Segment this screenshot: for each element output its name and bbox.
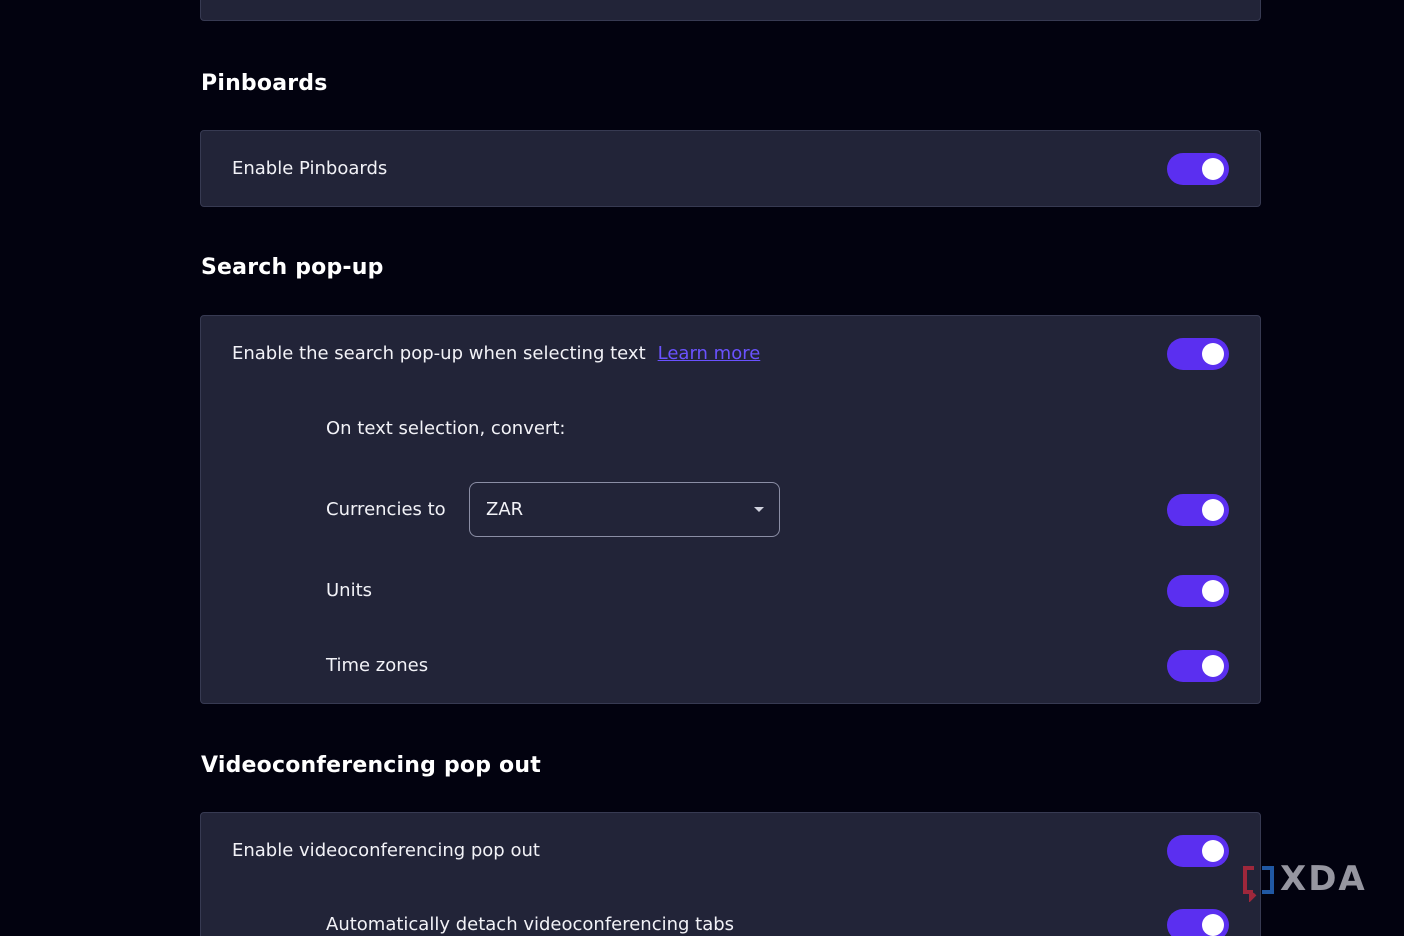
toggle-knob bbox=[1202, 499, 1224, 521]
enable-videoconferencing-toggle[interactable] bbox=[1167, 835, 1229, 867]
enable-search-popup-label: Enable the search pop-up when selecting … bbox=[232, 343, 646, 364]
auto-detach-toggle[interactable] bbox=[1167, 909, 1229, 936]
time-zones-toggle[interactable] bbox=[1167, 650, 1229, 682]
units-label: Units bbox=[326, 580, 373, 601]
toggle-knob bbox=[1202, 914, 1224, 936]
auto-detach-label: Automatically detach videoconferencing t… bbox=[326, 914, 735, 935]
pinboards-section-title: Pinboards bbox=[201, 71, 328, 96]
enable-pinboards-toggle[interactable] bbox=[1167, 153, 1229, 185]
toggle-knob bbox=[1202, 840, 1224, 862]
currencies-toggle[interactable] bbox=[1167, 494, 1229, 526]
convert-heading: On text selection, convert: bbox=[326, 418, 566, 439]
xda-watermark: XDA bbox=[1242, 858, 1367, 903]
xda-logo-icon bbox=[1242, 862, 1276, 903]
xda-watermark-text: XDA bbox=[1280, 859, 1367, 899]
enable-search-popup-row: Enable the search pop-up when selecting … bbox=[232, 343, 760, 364]
search-popup-section-title: Search pop-up bbox=[201, 255, 384, 280]
enable-search-popup-toggle[interactable] bbox=[1167, 338, 1229, 370]
toggle-knob bbox=[1202, 580, 1224, 602]
currencies-label: Currencies to bbox=[326, 499, 446, 520]
enable-pinboards-label: Enable Pinboards bbox=[232, 158, 388, 179]
time-zones-label: Time zones bbox=[326, 655, 429, 676]
settings-page: Pinboards Enable Pinboards Search pop-up… bbox=[0, 0, 1404, 936]
currency-select[interactable]: ZAR bbox=[469, 482, 780, 537]
toggle-knob bbox=[1202, 343, 1224, 365]
videoconferencing-section-title: Videoconferencing pop out bbox=[201, 753, 541, 778]
currency-select-value: ZAR bbox=[486, 499, 524, 520]
toggle-knob bbox=[1202, 655, 1224, 677]
units-toggle[interactable] bbox=[1167, 575, 1229, 607]
previous-settings-card bbox=[200, 0, 1261, 21]
chevron-down-icon bbox=[754, 507, 764, 512]
enable-videoconferencing-label: Enable videoconferencing pop out bbox=[232, 840, 540, 861]
learn-more-link[interactable]: Learn more bbox=[658, 343, 761, 364]
toggle-knob bbox=[1202, 158, 1224, 180]
